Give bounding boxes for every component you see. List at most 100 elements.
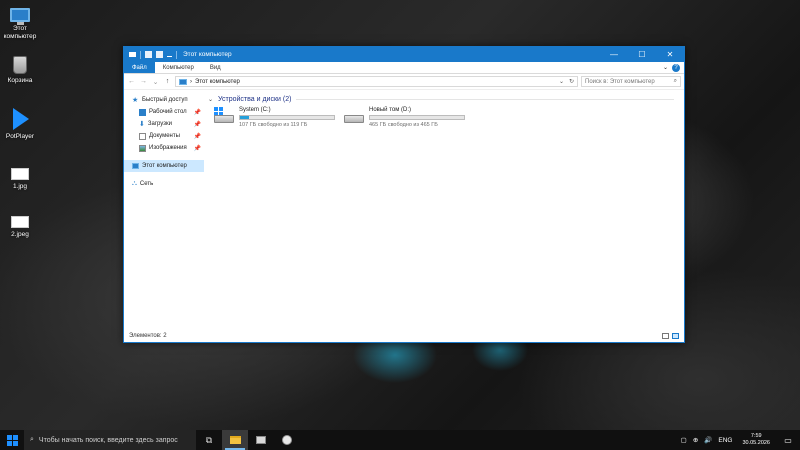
pin-icon: 📌 — [193, 133, 201, 140]
drive-usage-bar — [369, 115, 465, 120]
image-file-icon — [11, 216, 29, 228]
chevron-down-icon[interactable]: ⌄ — [208, 96, 213, 103]
explorer-window: Этот компьютер — ☐ ✕ Файл Компьютер Вид … — [123, 46, 685, 343]
close-button[interactable]: ✕ — [656, 47, 684, 62]
navigation-pane: ★ Быстрый доступ Рабочий стол 📌 ⬇ Загруз… — [124, 90, 204, 326]
windows-logo-icon — [6, 434, 18, 446]
clock-date: 30.05.2026 — [742, 440, 770, 446]
show-hidden-icons-icon[interactable]: ▢ — [681, 436, 687, 444]
potplayer-icon — [13, 108, 29, 130]
taskbar-app-button[interactable] — [274, 430, 300, 450]
customize-toolbar-icon[interactable] — [167, 53, 172, 57]
network-icon: ⛬ — [132, 180, 137, 187]
title-bar[interactable]: Этот компьютер — ☐ ✕ — [124, 47, 684, 62]
desktop-icon-2-jpeg[interactable]: 2.jpeg — [0, 212, 40, 239]
system-drive-icon — [213, 107, 235, 127]
drive-c[interactable]: System (C:) 107 ГБ свободно из 119 ГБ — [213, 107, 335, 128]
taskbar-explorer-button[interactable] — [222, 430, 248, 450]
nav-network[interactable]: ⛬ Сеть — [124, 178, 204, 190]
tab-file[interactable]: Файл — [124, 62, 155, 73]
desktop-icon-label: Корзина — [7, 77, 33, 84]
search-icon: ⌕ — [673, 78, 677, 84]
drive-free-space: 465 ГБ свободно из 465 ГБ — [369, 122, 438, 128]
ribbon-controls: ⌄ ? — [663, 62, 684, 73]
clock[interactable]: 7:59 30.05.2026 — [738, 433, 774, 447]
taskbar-search[interactable]: ⌕ Чтобы начать поиск, введите здесь запр… — [24, 430, 196, 450]
desktop-icon-this-pc[interactable]: Этот компьютер — [0, 5, 40, 40]
drive-icon — [343, 107, 365, 127]
pictures-icon — [139, 144, 146, 152]
desktop-icon-label: 1.jpg — [12, 183, 28, 190]
nav-label: Рабочий стол — [149, 109, 187, 115]
language-indicator[interactable]: ENG — [718, 437, 732, 444]
refresh-icon[interactable]: ↻ — [569, 78, 574, 85]
minimize-button[interactable]: — — [600, 47, 628, 62]
drive-name: Новый том (D:) — [369, 107, 411, 113]
notification-icon[interactable]: ▭ — [780, 436, 796, 445]
large-icons-view-icon[interactable] — [672, 333, 679, 339]
item-count: Элементов: 2 — [129, 333, 167, 339]
task-view-button[interactable]: ⧉ — [196, 430, 222, 450]
quick-access-toolbar — [124, 50, 172, 59]
file-explorer-icon — [229, 436, 241, 444]
desktop-icon-potplayer[interactable]: PotPlayer — [0, 108, 40, 141]
details-view-icon[interactable] — [662, 333, 669, 339]
nav-pictures[interactable]: Изображения 📌 — [124, 142, 204, 154]
desktop-icon-label: Этот компьютер — [3, 25, 37, 40]
nav-label: Быстрый доступ — [142, 97, 188, 103]
network-icon[interactable]: ⊕ — [693, 436, 698, 444]
expand-ribbon-icon[interactable]: ⌄ — [663, 64, 668, 71]
volume-icon[interactable]: 🔊 — [704, 436, 712, 444]
toolbar-separator — [140, 50, 141, 59]
back-button[interactable]: ← — [127, 78, 136, 85]
nav-documents[interactable]: Документы 📌 — [124, 130, 204, 142]
tab-computer[interactable]: Компьютер — [155, 62, 202, 73]
clock-time: 7:59 — [750, 433, 762, 439]
nav-quick-access[interactable]: ★ Быстрый доступ — [124, 94, 204, 106]
drive-d[interactable]: Новый том (D:) 465 ГБ свободно из 465 ГБ — [343, 107, 465, 128]
explorer-body: ★ Быстрый доступ Рабочий стол 📌 ⬇ Загруз… — [124, 90, 684, 326]
nav-desktop[interactable]: Рабочий стол 📌 — [124, 106, 204, 118]
content-pane: ⌄ Устройства и диски (2) System (C:) 107… — [204, 90, 684, 326]
taskbar: ⌕ Чтобы начать поиск, введите здесь запр… — [0, 430, 800, 450]
nav-this-pc[interactable]: Этот компьютер — [124, 160, 204, 172]
nav-label: Сеть — [139, 181, 154, 187]
address-dropdown-icon[interactable]: ⌄ — [559, 78, 564, 85]
nav-label: Загрузки — [147, 121, 173, 127]
view-switcher — [662, 333, 679, 339]
drive-usage-fill — [240, 116, 250, 119]
up-button[interactable]: ↑ — [163, 78, 172, 85]
forward-button[interactable]: → — [139, 78, 148, 85]
new-folder-icon[interactable] — [156, 51, 163, 58]
help-icon[interactable]: ? — [672, 63, 680, 72]
ribbon-tabs: Файл Компьютер Вид ⌄ ? — [124, 62, 684, 74]
settings-app-icon — [282, 435, 292, 445]
desktop-icon-1-jpg[interactable]: 1.jpg — [0, 164, 40, 191]
this-pc-icon — [132, 163, 139, 169]
toolbar-separator — [176, 50, 177, 59]
maximize-button[interactable]: ☐ — [628, 47, 656, 62]
desktop-icon-recycle-bin[interactable]: Корзина — [0, 56, 40, 85]
nav-label: Этот компьютер — [142, 163, 187, 169]
pin-icon: 📌 — [193, 121, 201, 128]
pin-icon: 📌 — [193, 145, 201, 152]
recent-locations-button[interactable]: ⌄ — [151, 78, 160, 86]
desktop-icon-label: 2.jpeg — [11, 231, 29, 238]
address-path[interactable]: Этот компьютер — [195, 79, 240, 85]
this-pc-icon — [10, 8, 30, 25]
start-button[interactable] — [0, 430, 24, 450]
control-panel-icon — [256, 436, 266, 444]
image-file-icon — [11, 168, 29, 180]
desktop-icon — [139, 108, 146, 116]
nav-label: Изображения — [149, 145, 187, 151]
pin-icon: 📌 — [193, 109, 201, 116]
address-separator: › — [190, 78, 192, 85]
search-input[interactable]: Поиск в: Этот компьютер ⌕ — [581, 76, 681, 87]
tab-view[interactable]: Вид — [202, 62, 229, 73]
nav-downloads[interactable]: ⬇ Загрузки 📌 — [124, 118, 204, 130]
address-bar[interactable]: › Этот компьютер ⌄ ↻ — [175, 76, 578, 87]
nav-label: Документы — [149, 133, 180, 139]
devices-group-header[interactable]: ⌄ Устройства и диски (2) — [208, 94, 684, 104]
taskbar-app-button[interactable] — [248, 430, 274, 450]
properties-icon[interactable] — [145, 51, 152, 58]
